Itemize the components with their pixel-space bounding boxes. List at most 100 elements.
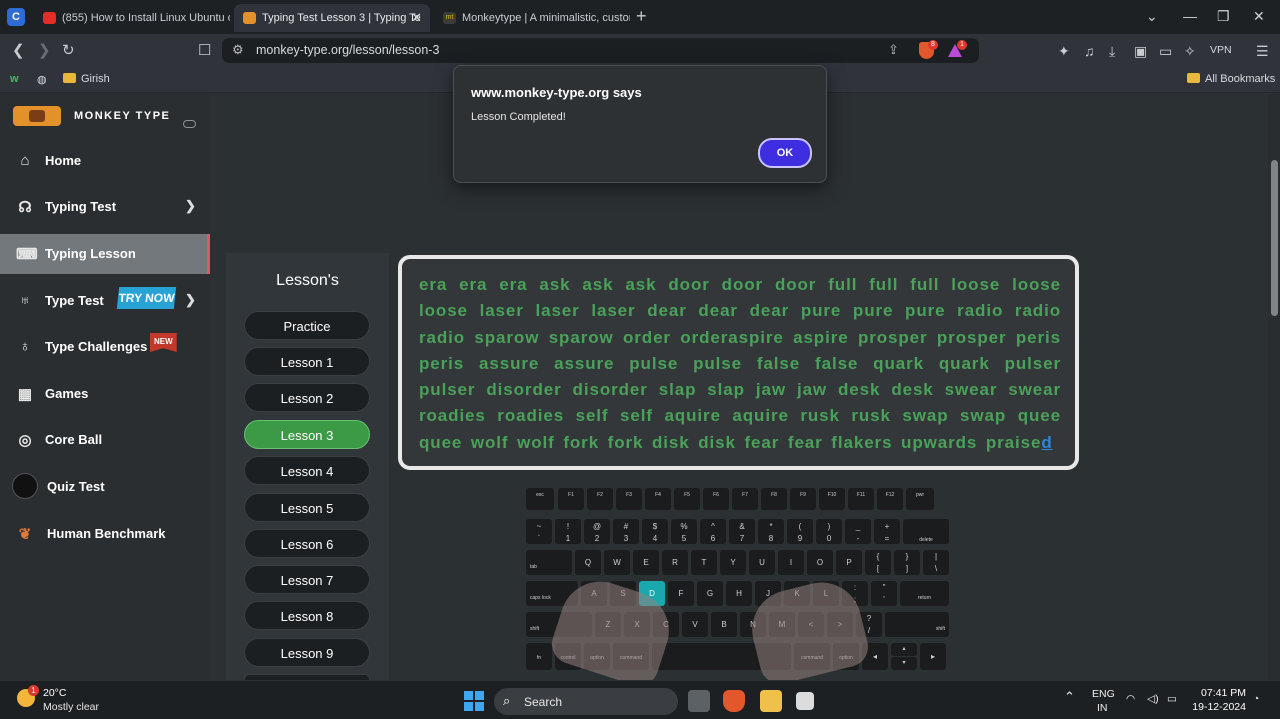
key-return: return bbox=[900, 581, 949, 606]
key-f9: F9 bbox=[790, 488, 816, 510]
page-scrollbar[interactable] bbox=[1268, 94, 1280, 680]
notification-bell-icon[interactable]: ◔ bbox=[1253, 693, 1259, 705]
share-icon[interactable]: ⇪ bbox=[888, 42, 899, 58]
dialog-title: www.monkey-type.org says bbox=[471, 85, 642, 100]
brave-taskbar-icon[interactable] bbox=[723, 690, 745, 712]
lesson-button-5[interactable]: Lesson 5 bbox=[244, 493, 370, 522]
temperature: 20°C bbox=[43, 687, 67, 699]
lessons-panel: Lesson's Practice Lesson 1 Lesson 2 Less… bbox=[226, 253, 389, 684]
windows-logo-tl bbox=[464, 691, 473, 700]
snipping-tool-icon[interactable] bbox=[796, 692, 814, 710]
key-f11: F11 bbox=[848, 488, 874, 510]
tab-typing-lesson[interactable]: Typing Test Lesson 3 | Typing Te ✕ bbox=[234, 4, 430, 32]
region-code: IN bbox=[1097, 702, 1108, 714]
extensions-icon[interactable]: ✦ bbox=[1058, 43, 1070, 60]
minimize-icon[interactable]: — bbox=[1183, 8, 1197, 24]
lesson-button-1[interactable]: Lesson 1 bbox=[244, 347, 370, 376]
home-icon: ⌂ bbox=[20, 152, 30, 169]
back-icon[interactable]: ❮ bbox=[12, 41, 25, 59]
sidebar-item-label: Quiz Test bbox=[47, 479, 105, 494]
brand[interactable]: MONKEY TYPE bbox=[13, 106, 169, 131]
scrollbar-thumb[interactable] bbox=[1271, 160, 1278, 316]
key-y: Y bbox=[720, 550, 746, 575]
key-9: (9 bbox=[787, 519, 813, 544]
globe-icon[interactable]: ◍ bbox=[37, 73, 47, 86]
sidebar-item-home[interactable]: ⌂ Home bbox=[0, 141, 210, 181]
tab-youtube[interactable]: (855) How to Install Linux Ubuntu o bbox=[34, 4, 230, 32]
wallet-icon[interactable]: ▭ bbox=[1159, 43, 1172, 60]
key-arrow-down: ▾ bbox=[891, 657, 917, 670]
key-f12: F12 bbox=[877, 488, 903, 510]
menu-icon[interactable]: ☰ bbox=[1256, 43, 1269, 60]
close-tab-icon[interactable]: ✕ bbox=[411, 4, 422, 32]
new-tab-icon[interactable]: + bbox=[636, 6, 647, 27]
maximize-icon[interactable]: ❐ bbox=[1217, 8, 1230, 25]
start-button[interactable] bbox=[464, 691, 484, 711]
language-code[interactable]: ENG bbox=[1092, 688, 1115, 700]
site-info-icon[interactable]: ⚙ bbox=[232, 42, 244, 58]
lesson-button-3[interactable]: Lesson 3 bbox=[244, 420, 370, 449]
lesson-button-9[interactable]: Lesson 9 bbox=[244, 638, 370, 667]
file-explorer-icon[interactable] bbox=[760, 690, 782, 712]
sidebar-item-typing-lesson[interactable]: ⌨ Typing Lesson bbox=[0, 234, 210, 274]
weather-condition: Mostly clear bbox=[43, 701, 100, 713]
new-badge: NEW bbox=[150, 333, 177, 352]
keyboard-icon: ⌨ bbox=[16, 246, 38, 263]
youtube-icon bbox=[43, 12, 56, 24]
reload-icon[interactable]: ↻ bbox=[62, 41, 75, 59]
key-8: * 8 bbox=[758, 519, 784, 544]
key-v: V bbox=[682, 612, 708, 637]
leo-ai-icon[interactable]: ✧ bbox=[1184, 43, 1196, 60]
key-bracket-right: }] bbox=[894, 550, 920, 575]
bookmark-folder-girish[interactable]: Girish bbox=[63, 73, 110, 85]
sidebar-item-human-benchmark[interactable]: ❦ Human Benchmark bbox=[0, 514, 210, 554]
system-clock[interactable]: 07:41 PM 19-12-2024 bbox=[1190, 686, 1246, 714]
sidebar-item-core-ball[interactable]: ◎ Core Ball bbox=[0, 420, 210, 460]
vpn-button[interactable]: VPN bbox=[1210, 44, 1232, 56]
lesson-button-6[interactable]: Lesson 6 bbox=[244, 529, 370, 558]
forward-icon[interactable]: ❯ bbox=[38, 41, 51, 59]
key-backslash: | \ bbox=[923, 550, 949, 575]
sidebar-item-type-challenges[interactable]: ♁ Type Challenges NEW bbox=[0, 327, 210, 367]
lesson-button-7[interactable]: Lesson 7 bbox=[244, 565, 370, 594]
ok-button[interactable]: OK bbox=[758, 138, 812, 168]
lesson-button-practice[interactable]: Practice bbox=[244, 311, 370, 340]
sidebar-item-games[interactable]: ▦ Games bbox=[0, 374, 210, 414]
key-w: W bbox=[604, 550, 630, 575]
sidebar-item-label: Games bbox=[45, 386, 89, 401]
taskbar-search[interactable]: ⌕ Search bbox=[494, 688, 678, 715]
bookmark-folder-label: Girish bbox=[81, 73, 110, 85]
close-window-icon[interactable]: ✕ bbox=[1253, 8, 1265, 25]
sidebar-item-type-test[interactable]: ♅ Type Test TRY NOW ❯ bbox=[0, 281, 210, 321]
browser-nav-bar: ❮ ❯ ↻ ☐ ⚙ monkey-type.org/lesson/lesson-… bbox=[0, 34, 1280, 67]
tab-list-chevron-icon[interactable]: ⌄ bbox=[1146, 8, 1158, 25]
address-bar[interactable]: ⚙ monkey-type.org/lesson/lesson-3 ⇪ 8 1 bbox=[222, 38, 979, 63]
key-tab: tab bbox=[526, 550, 572, 575]
all-bookmarks[interactable]: All Bookmarks bbox=[1187, 73, 1275, 85]
wifi-icon[interactable]: ◠ bbox=[1126, 693, 1135, 705]
lesson-button-2[interactable]: Lesson 2 bbox=[244, 383, 370, 412]
sidebar-toggle-icon[interactable]: ▣ bbox=[1134, 43, 1147, 60]
media-icon[interactable]: ♫ bbox=[1084, 43, 1095, 59]
bookmark-icon[interactable]: ☐ bbox=[198, 41, 211, 59]
tab-monkeytype[interactable]: mt Monkeytype | A minimalistic, custom bbox=[434, 4, 630, 32]
sidebar-item-quiz-test[interactable]: Quiz Test bbox=[0, 467, 210, 507]
lessons-title: Lesson's bbox=[276, 272, 339, 289]
browser-logo-icon[interactable]: C bbox=[7, 8, 25, 26]
sidebar-item-typing-test[interactable]: ☊ Typing Test ❯ bbox=[0, 187, 210, 227]
bookmark-w-icon[interactable]: w bbox=[10, 73, 19, 85]
task-view-icon[interactable] bbox=[688, 690, 710, 712]
tab-title: (855) How to Install Linux Ubuntu o bbox=[62, 12, 230, 24]
typing-text-box[interactable]: era era era ask ask ask door door door f… bbox=[398, 255, 1079, 470]
all-bookmarks-label: All Bookmarks bbox=[1205, 73, 1276, 85]
lesson-button-8[interactable]: Lesson 8 bbox=[244, 601, 370, 630]
sidebar-item-label: Core Ball bbox=[45, 432, 103, 447]
volume-icon[interactable]: ◁) bbox=[1147, 693, 1159, 705]
battery-icon[interactable]: ▭ bbox=[1167, 693, 1177, 705]
downloads-icon[interactable]: ⤓ bbox=[1109, 43, 1115, 60]
theme-toggle-icon[interactable] bbox=[183, 120, 196, 128]
tray-chevron-icon[interactable]: ⌃ bbox=[1064, 689, 1075, 705]
lesson-button-4[interactable]: Lesson 4 bbox=[244, 456, 370, 485]
virtual-keyboard: esc F1 F2 F3 F4 F5 F6 F7 F8 F9 F10 F11 F… bbox=[523, 486, 953, 691]
key-g: G bbox=[697, 581, 723, 606]
